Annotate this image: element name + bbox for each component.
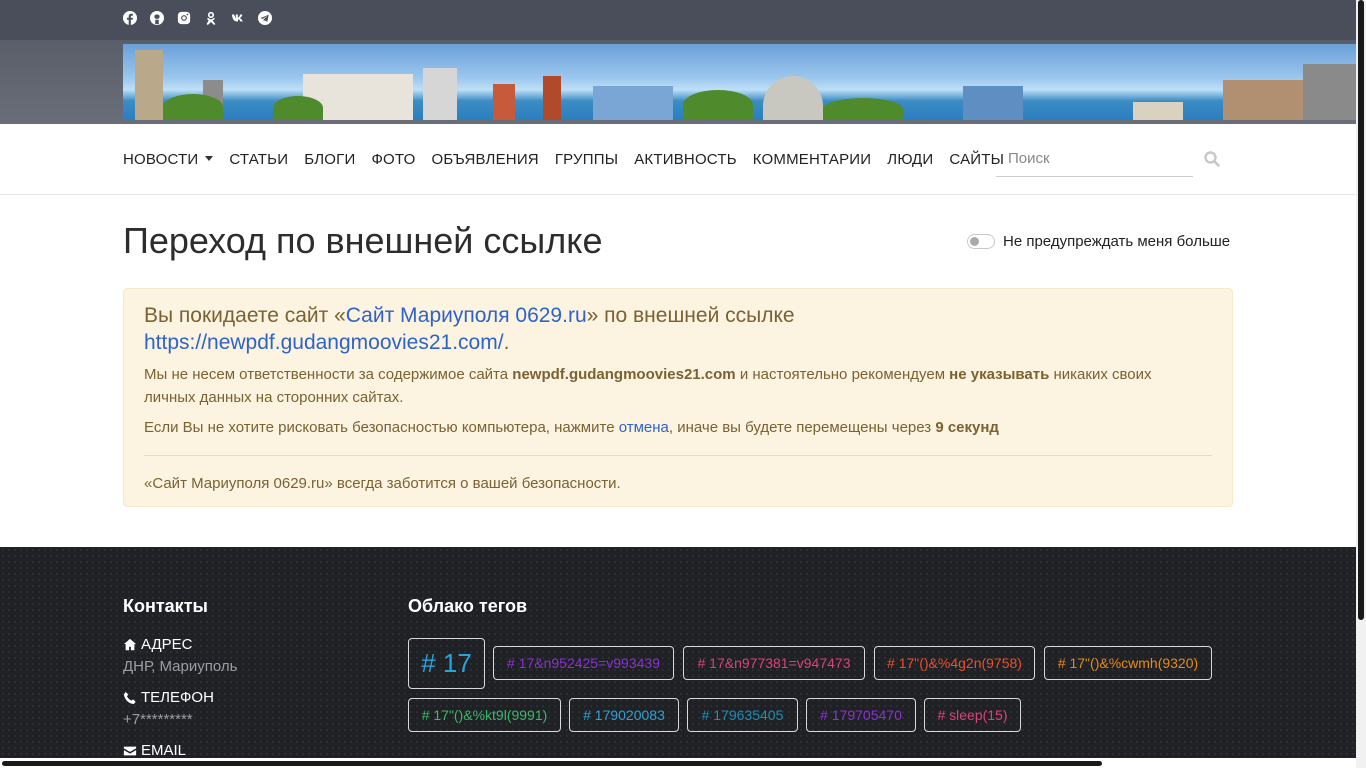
safety-note: «Сайт Мариуполя 0629.ru» всегда заботитс… [144, 475, 621, 492]
tag-link[interactable]: # 17"()&%kt9l(9991) [408, 698, 561, 732]
redirect-countdown-text: Если Вы не хотите рисковать безопасность… [144, 416, 1204, 439]
text: Если Вы не хотите рисковать безопасность… [144, 419, 619, 436]
house-icon [123, 638, 137, 650]
dont-warn-label: Не предупреждать меня больше [1003, 233, 1231, 250]
tag-link[interactable]: # 179635405 [687, 698, 798, 732]
telegram-icon[interactable] [258, 11, 272, 25]
envelope-icon [123, 746, 137, 755]
alert-heading: Вы покидаете сайт «Сайт Мариуполя 0629.r… [144, 302, 1204, 356]
text: Мы не несем ответственности за содержимо… [144, 366, 513, 383]
text: , иначе вы будете перемещены через [668, 419, 936, 436]
social-links [123, 11, 272, 25]
instagram-icon[interactable] [177, 11, 191, 25]
disclaimer-text: Мы не несем ответственности за содержимо… [144, 363, 1204, 409]
tag-link[interactable]: # 179020083 [569, 698, 679, 732]
facebook-icon[interactable] [123, 11, 137, 25]
odnoklassniki-icon[interactable] [204, 11, 218, 25]
phone-icon [123, 691, 136, 704]
email-label: EMAIL [123, 742, 186, 759]
heading-text: » по внешней ссылке [586, 304, 795, 327]
heading-text: . [503, 331, 510, 354]
nav-item-photo[interactable]: ФОТО [371, 151, 415, 168]
label: ТЕЛЕФОН [141, 689, 214, 706]
warning-emphasis: не указывать [949, 366, 1050, 383]
search-icon[interactable] [1203, 150, 1221, 168]
nav-item-news[interactable]: НОВОСТИ [123, 150, 214, 168]
label: EMAIL [141, 742, 187, 759]
main-navigation: НОВОСТИ СТАТЬИ БЛОГИ ФОТО ОБЪЯВЛЕНИЯ ГРУ… [0, 124, 1356, 195]
chevron-down-icon [205, 155, 214, 161]
nav-item-ads[interactable]: ОБЪЯВЛЕНИЯ [431, 151, 538, 168]
tag-link[interactable]: # 17 [408, 638, 485, 689]
contacts-title: Контакты [123, 596, 208, 616]
search-input[interactable] [996, 141, 1193, 176]
site-link[interactable]: Сайт Мариуполя 0629.ru [346, 304, 587, 327]
nav-item-activity[interactable]: АКТИВНОСТЬ [634, 151, 737, 168]
label: АДРЕС [141, 636, 193, 653]
nav-item-label: НОВОСТИ [123, 150, 199, 168]
dont-warn-toggle[interactable] [967, 234, 995, 249]
tag-link[interactable]: # 17&n952425=v993439 [493, 646, 674, 680]
nav-item-articles[interactable]: СТАТЬИ [229, 151, 288, 168]
horizontal-scrollbar[interactable] [0, 758, 1356, 768]
tag-link[interactable]: # 17&n977381=v947473 [683, 646, 865, 680]
tag-link[interactable]: # sleep(15) [924, 698, 1021, 732]
header-banner-image[interactable] [123, 44, 1356, 120]
vertical-scrollbar[interactable] [1356, 0, 1366, 768]
countdown: 9 секунд [935, 419, 999, 436]
nav-item-comments[interactable]: КОММЕНТАРИИ [753, 151, 872, 168]
tag-cloud-title: Облако тегов [408, 596, 528, 616]
address-label: АДРЕС [123, 636, 193, 653]
scrollbar-thumb[interactable] [2, 761, 1102, 766]
phone-label: ТЕЛЕФОН [123, 689, 214, 706]
external-url-link[interactable]: https://newpdf.gudangmoovies21.com/ [144, 331, 504, 354]
top-social-bar [0, 0, 1356, 40]
cancel-link[interactable]: отмена [619, 419, 669, 436]
toggle-knob [970, 237, 979, 246]
address-value: ДНР, Мариуполь [123, 658, 238, 675]
heading-text: Вы покидаете сайт « [144, 304, 346, 327]
text: и настоятельно рекомендуем [735, 366, 950, 383]
tag-link[interactable]: # 17"()&%cwmh(9320) [1044, 646, 1212, 680]
external-link-warning: Вы покидаете сайт «Сайт Мариуполя 0629.r… [123, 288, 1233, 507]
vk-icon[interactable] [231, 11, 245, 25]
nav-item-people[interactable]: ЛЮДИ [887, 151, 933, 168]
search-box [996, 141, 1193, 177]
tag-link[interactable]: # 17"()&%4g2n(9758) [874, 646, 1035, 680]
divider [144, 455, 1212, 456]
nav-item-groups[interactable]: ГРУППЫ [555, 151, 618, 168]
scrollbar-thumb[interactable] [1358, 0, 1364, 620]
phone-value: +7********* [123, 711, 193, 728]
external-domain: newpdf.gudangmoovies21.com [512, 366, 736, 383]
tag-link[interactable]: # 179705470 [806, 698, 916, 732]
footer: Контакты АДРЕС ДНР, Мариуполь ТЕЛЕФОН +7… [0, 547, 1356, 768]
page-title: Переход по внешней ссылке [123, 220, 603, 261]
github-icon[interactable] [150, 11, 164, 25]
nav-item-blogs[interactable]: БЛОГИ [304, 151, 355, 168]
